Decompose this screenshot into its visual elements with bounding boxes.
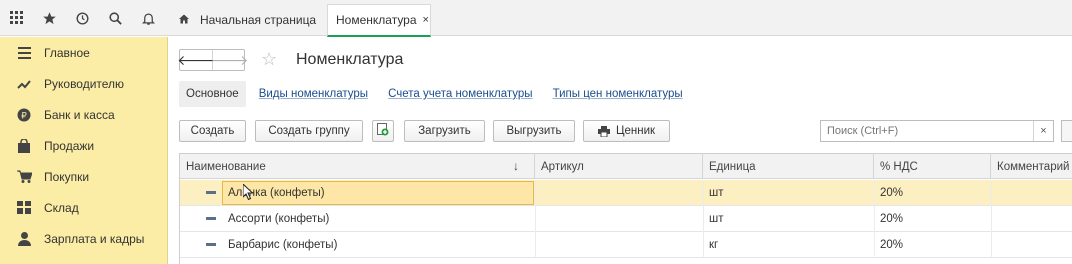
sidebar-item-label: Склад [44, 200, 79, 215]
apps-grid-icon[interactable] [0, 0, 33, 36]
create-button[interactable]: Создать [179, 120, 246, 142]
cell-unit: шт [709, 187, 724, 199]
column-name[interactable]: Наименование [180, 154, 535, 179]
table-row[interactable]: Аленка (конфеты) шт 20% [180, 180, 1072, 206]
sidebar-item-label: Банк и касса [44, 107, 115, 122]
column-article[interactable]: Артикул [535, 154, 703, 179]
sidebar-item-label: Главное [44, 45, 90, 60]
column-divider [703, 180, 704, 258]
create-group-button[interactable]: Создать группу [255, 120, 363, 142]
sidebar-item-salary[interactable]: Зарплата и кадры [0, 223, 168, 254]
unload-button[interactable]: Выгрузить [493, 120, 575, 142]
item-marker-icon [206, 243, 216, 246]
printer-icon [597, 125, 610, 137]
column-divider [535, 180, 536, 258]
price-tag-label: Ценник [615, 125, 656, 137]
star-icon[interactable] [33, 0, 66, 36]
section-main[interactable]: Основное [179, 81, 246, 107]
search-input[interactable] [821, 121, 1033, 141]
nomenclature-table: Наименование ↓ Артикул Единица % НДС Ком… [179, 153, 1072, 264]
section-links: Основное Виды номенклатуры Счета учета н… [179, 81, 690, 107]
sidebar-item-label: Зарплата и кадры [44, 231, 145, 246]
main-content: 🡐 🡒 ☆ Номенклатура Основное Виды номенкл… [169, 37, 1072, 264]
trend-icon [16, 76, 32, 92]
sidebar-item-main[interactable]: Главное [0, 37, 168, 68]
sidebar-item-purchases[interactable]: Покупки [0, 161, 168, 192]
person-icon [16, 231, 32, 247]
item-marker-icon [206, 217, 216, 220]
cell-vat: 20% [880, 239, 904, 251]
cell-name: Ассорти (конфеты) [228, 213, 330, 225]
top-bar: Начальная страница Номенклатура × [0, 0, 1072, 37]
cell-vat: 20% [880, 213, 904, 225]
column-divider [874, 180, 875, 258]
sidebar-item-warehouse[interactable]: Склад [0, 192, 168, 223]
tab-nomenclature[interactable]: Номенклатура × [327, 4, 431, 37]
warehouse-icon [16, 200, 32, 216]
sidebar-item-label: Руководителю [44, 76, 125, 91]
sidebar-item-sales[interactable]: Продажи [0, 130, 168, 161]
svg-text:₽: ₽ [21, 111, 27, 121]
bag-icon [16, 138, 32, 154]
search-field: × [820, 120, 1054, 142]
home-icon [178, 13, 190, 28]
cell-name: Аленка (конфеты) [228, 187, 325, 199]
cell-vat: 20% [880, 187, 904, 199]
cell-name: Барбарис (конфеты) [228, 239, 338, 251]
table-row[interactable]: Барбарис (конфеты) кг 20% [180, 232, 1072, 258]
item-marker-icon [206, 191, 216, 194]
page-title: Номенклатура [296, 51, 404, 68]
load-button[interactable]: Загрузить [404, 120, 485, 142]
section-link-types[interactable]: Виды номенклатуры [252, 81, 375, 107]
clear-search-icon[interactable]: × [1033, 121, 1053, 141]
section-link-price-types[interactable]: Типы цен номенклатуры [546, 81, 690, 107]
section-link-accounts[interactable]: Счета учета номенклатуры [381, 81, 540, 107]
sidebar-item-label: Продажи [44, 138, 95, 153]
sidebar: Главное Руководителю ₽ Банк и касса Прод… [0, 37, 168, 264]
mouse-cursor-icon [242, 182, 254, 203]
column-vat[interactable]: % НДС [874, 154, 991, 179]
cart-icon [16, 169, 32, 185]
copy-button[interactable] [372, 120, 394, 142]
tab-nomenclature-label: Номенклатура [336, 13, 417, 27]
cell-unit: кг [709, 239, 719, 251]
coin-icon: ₽ [16, 107, 32, 123]
forward-arrow-icon[interactable]: 🡒 [211, 50, 249, 70]
cell-unit: шт [709, 213, 724, 225]
column-comment[interactable]: Комментарий [991, 154, 1072, 179]
tab-home[interactable]: Начальная страница [170, 4, 326, 36]
sort-arrow-icon[interactable]: ↓ [513, 159, 519, 173]
column-unit[interactable]: Единица [703, 154, 874, 179]
table-row[interactable]: Ассорти (конфеты) шт 20% [180, 206, 1072, 232]
search-options-button[interactable] [1061, 120, 1072, 142]
column-divider [991, 180, 992, 258]
sidebar-item-director[interactable]: Руководителю [0, 68, 168, 99]
back-arrow-icon[interactable]: 🡐 [177, 50, 215, 70]
close-icon[interactable]: × [423, 14, 429, 26]
top-icons [0, 0, 168, 36]
price-tag-button[interactable]: Ценник [583, 120, 670, 142]
sidebar-item-bank[interactable]: ₽ Банк и касса [0, 99, 168, 130]
menu-icon [16, 45, 32, 61]
bell-icon[interactable] [132, 0, 165, 36]
favorite-star-icon[interactable]: ☆ [261, 49, 277, 70]
nav-buttons: 🡐 🡒 [177, 49, 249, 71]
search-icon[interactable] [99, 0, 132, 36]
tab-home-label: Начальная страница [200, 13, 317, 27]
history-icon[interactable] [66, 0, 99, 36]
table-header: Наименование ↓ Артикул Единица % НДС Ком… [180, 154, 1072, 179]
copy-icon [377, 123, 389, 139]
sidebar-item-label: Покупки [44, 169, 90, 184]
